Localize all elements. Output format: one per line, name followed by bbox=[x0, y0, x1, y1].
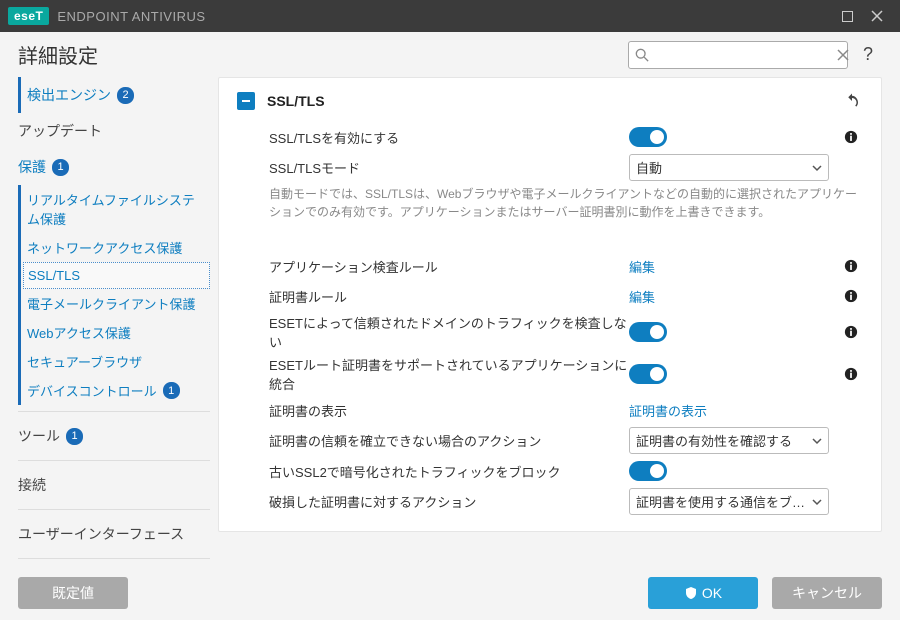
row-label-cert-rule: 証明書ルール bbox=[237, 287, 629, 306]
row-label-ssl2: 古いSSL2で暗号化されたトラフィックをブロック bbox=[237, 462, 629, 481]
help-button[interactable]: ? bbox=[854, 44, 882, 65]
select-value: 自動 bbox=[636, 158, 662, 177]
sidebar-item-secure-browser[interactable]: セキュアーブラウザ bbox=[23, 347, 210, 376]
info-icon[interactable] bbox=[844, 259, 858, 273]
row-label-unknown-cert: 証明書の信頼を確立できない場合のアクション bbox=[237, 431, 629, 450]
button-label: キャンセル bbox=[792, 583, 862, 603]
window-maximize-button[interactable] bbox=[832, 0, 862, 32]
content-area: SSL/TLS SSL/TLSを有効にする SSL/TLSモード 自動 bbox=[218, 77, 882, 565]
link-show-cert[interactable]: 証明書の表示 bbox=[629, 401, 707, 420]
search-input[interactable] bbox=[649, 47, 837, 62]
button-label: 既定値 bbox=[52, 583, 94, 603]
chevron-down-icon bbox=[812, 163, 822, 173]
sidebar-item-ssltls[interactable]: SSL/TLS bbox=[23, 262, 210, 289]
mode-note: 自動モードでは、SSL/TLSは、Webブラウザや電子メールクライアントなどの自… bbox=[237, 183, 863, 235]
panel-title: SSL/TLS bbox=[267, 93, 841, 109]
row-label-enable: SSL/TLSを有効にする bbox=[237, 128, 629, 147]
row-label-trusted-domain: ESETによって信頼されたドメインのトラフィックを検査しない bbox=[237, 313, 629, 351]
sidebar-label: SSL/TLS bbox=[28, 268, 80, 283]
row-label-app-rule: アプリケーション検査ルール bbox=[237, 257, 629, 276]
row-label-damaged-cert: 破損した証明書に対するアクション bbox=[237, 492, 629, 511]
ok-button[interactable]: OK bbox=[648, 577, 758, 609]
sidebar-label: ユーザーインターフェース bbox=[18, 524, 184, 544]
info-icon[interactable] bbox=[844, 130, 858, 144]
info-icon[interactable] bbox=[844, 367, 858, 381]
link-app-rule-edit[interactable]: 編集 bbox=[629, 257, 655, 276]
sidebar-label: ネットワークアクセス保護 bbox=[27, 238, 182, 257]
button-label: OK bbox=[702, 585, 722, 601]
undo-icon bbox=[843, 92, 861, 110]
toggle-block-ssl2[interactable] bbox=[629, 461, 667, 481]
sidebar-label: 接続 bbox=[18, 475, 46, 495]
toggle-root-cert[interactable] bbox=[629, 364, 667, 384]
sidebar-label: セキュアーブラウザ bbox=[27, 352, 142, 371]
sidebar: 検出エンジン 2 アップデート 保護 1 リアルタイムファイルシステム保護 ネッ… bbox=[18, 77, 218, 565]
toggle-enable-ssl[interactable] bbox=[629, 127, 667, 147]
footer: 既定値 OK キャンセル bbox=[0, 565, 900, 620]
sidebar-label: Webアクセス保護 bbox=[27, 323, 131, 342]
select-value: 証明書の有効性を確認する bbox=[636, 431, 792, 450]
header-row: 詳細設定 ? bbox=[0, 32, 900, 77]
sidebar-label: リアルタイムファイルシステム保護 bbox=[27, 190, 206, 228]
row-label-root-cert: ESETルート証明書をサポートされているアプリケーションに統合 bbox=[237, 355, 629, 393]
sidebar-badge: 1 bbox=[66, 428, 83, 445]
toggle-trusted-domain[interactable] bbox=[629, 322, 667, 342]
row-label-mode: SSL/TLSモード bbox=[237, 158, 629, 177]
info-icon[interactable] bbox=[844, 325, 858, 339]
collapse-button[interactable] bbox=[237, 92, 255, 110]
sidebar-badge: 1 bbox=[163, 382, 180, 399]
link-cert-rule-edit[interactable]: 編集 bbox=[629, 287, 655, 306]
default-button[interactable]: 既定値 bbox=[18, 577, 128, 609]
search-box[interactable] bbox=[628, 41, 848, 69]
sidebar-item-update[interactable]: アップデート bbox=[18, 113, 210, 149]
sidebar-item-web[interactable]: Webアクセス保護 bbox=[23, 318, 210, 347]
sidebar-item-realtime[interactable]: リアルタイムファイルシステム保護 bbox=[23, 185, 210, 233]
window-close-button[interactable] bbox=[862, 0, 892, 32]
sidebar-label: 保護 bbox=[18, 157, 46, 177]
minus-icon bbox=[241, 96, 251, 106]
sidebar-item-detect[interactable]: 検出エンジン 2 bbox=[18, 77, 210, 113]
brand-name: ENDPOINT ANTIVIRUS bbox=[57, 9, 205, 24]
ssl-tls-panel: SSL/TLS SSL/TLSを有効にする SSL/TLSモード 自動 bbox=[218, 77, 882, 532]
select-value: 証明書を使用する通信をブ… bbox=[636, 492, 805, 511]
select-ssl-mode[interactable]: 自動 bbox=[629, 154, 829, 181]
shield-icon bbox=[684, 586, 698, 600]
sidebar-label: 電子メールクライアント保護 bbox=[27, 294, 195, 313]
sidebar-label: ツール bbox=[18, 426, 60, 446]
sidebar-badge: 2 bbox=[117, 87, 134, 104]
row-label-show-cert: 証明書の表示 bbox=[237, 401, 629, 420]
sidebar-item-email[interactable]: 電子メールクライアント保護 bbox=[23, 289, 210, 318]
sidebar-item-protect[interactable]: 保護 1 bbox=[18, 149, 210, 185]
sidebar-item-device[interactable]: デバイスコントロール 1 bbox=[23, 376, 210, 405]
search-icon bbox=[635, 48, 649, 62]
info-icon[interactable] bbox=[844, 289, 858, 303]
revert-button[interactable] bbox=[841, 90, 863, 112]
select-unknown-cert-action[interactable]: 証明書の有効性を確認する bbox=[629, 427, 829, 454]
page-title: 詳細設定 bbox=[18, 40, 98, 69]
sidebar-label: 検出エンジン bbox=[27, 85, 111, 105]
sidebar-item-network[interactable]: ネットワークアクセス保護 bbox=[23, 233, 210, 262]
sidebar-item-ui[interactable]: ユーザーインターフェース bbox=[18, 516, 210, 552]
chevron-down-icon bbox=[812, 497, 822, 507]
title-bar: eseT ENDPOINT ANTIVIRUS bbox=[0, 0, 900, 32]
sidebar-item-connection[interactable]: 接続 bbox=[18, 467, 210, 503]
chevron-down-icon bbox=[812, 436, 822, 446]
clear-search-icon[interactable] bbox=[837, 49, 849, 61]
brand-badge: eseT bbox=[8, 7, 49, 25]
select-damaged-cert-action[interactable]: 証明書を使用する通信をブ… bbox=[629, 488, 829, 515]
sidebar-label: デバイスコントロール bbox=[27, 381, 157, 400]
sidebar-badge: 1 bbox=[52, 159, 69, 176]
sidebar-item-tool[interactable]: ツール 1 bbox=[18, 418, 210, 454]
cancel-button[interactable]: キャンセル bbox=[772, 577, 882, 609]
sidebar-label: アップデート bbox=[18, 121, 102, 141]
